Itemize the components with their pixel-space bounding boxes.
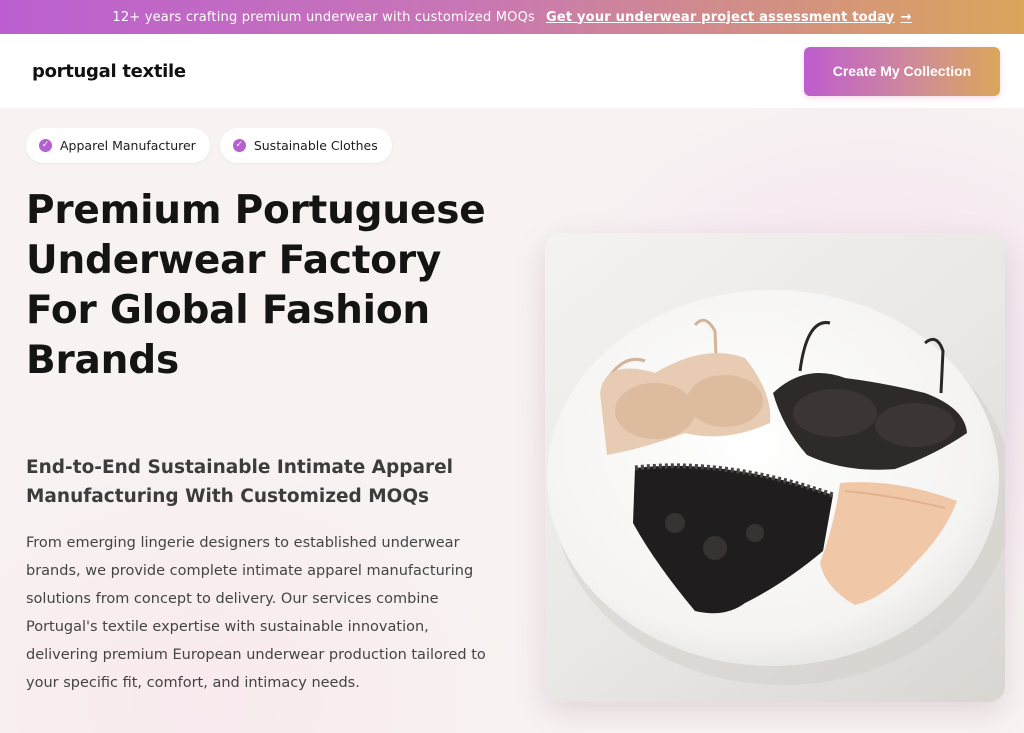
announcement-message: 12+ years crafting premium underwear wit… <box>112 9 535 25</box>
arrow-right-icon: → <box>900 9 912 25</box>
hero-subtitle: End-to-End Sustainable Intimate Apparel … <box>26 457 453 507</box>
logo[interactable]: portugal textile <box>32 61 186 82</box>
site-header: portugal textile Create My Collection <box>0 34 1024 108</box>
check-circle-icon: ✓ <box>39 139 52 152</box>
badge-label: Sustainable Clothes <box>253 138 378 153</box>
hero-title: Premium Portuguese Underwear Factory For… <box>26 188 486 383</box>
badge-apparel-manufacturer: ✓ Apparel Manufacturer <box>26 128 210 163</box>
hero-product-image <box>545 233 1005 702</box>
hero-description: From emerging lingerie designers to esta… <box>26 535 486 691</box>
announcement-bar: 12+ years crafting premium underwear wit… <box>0 0 1024 34</box>
create-collection-button[interactable]: Create My Collection <box>804 46 1000 96</box>
check-circle-icon: ✓ <box>232 139 246 152</box>
badge-label: Apparel Manufacturer <box>60 138 196 153</box>
assessment-link-label: Get your underwear project assessment to… <box>545 9 895 25</box>
badge-list: ✓ Apparel Manufacturer ✓ Sustainable Clo… <box>26 128 392 163</box>
assessment-link[interactable]: Get your underwear project assessment to… <box>546 10 912 25</box>
badge-sustainable-clothes: ✓ Sustainable Clothes <box>219 128 392 163</box>
